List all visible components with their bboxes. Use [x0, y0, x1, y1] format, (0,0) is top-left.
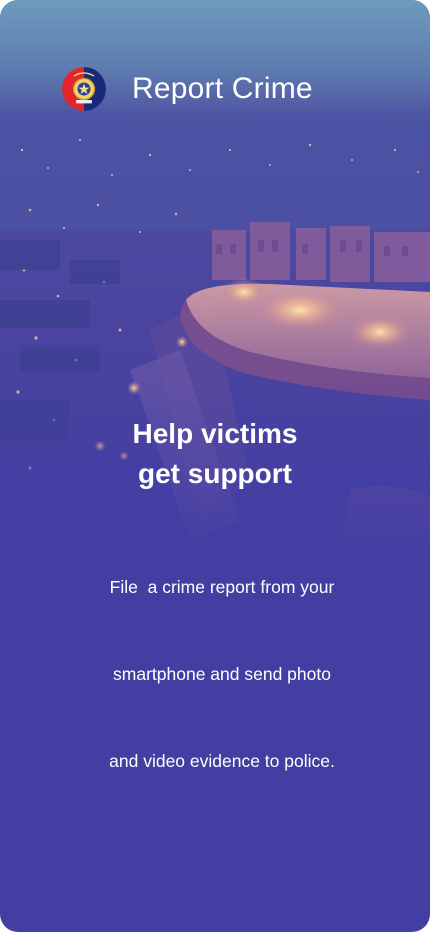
app-title: Report Crime	[132, 72, 313, 105]
headline-line: get support	[138, 458, 292, 489]
description-line: File a crime report from your	[109, 577, 335, 597]
description-line: and video evidence to police.	[109, 751, 335, 771]
headline-line: Help victims	[132, 418, 298, 449]
onboarding-screen: Report Crime Help victims get support Fi…	[0, 0, 430, 932]
onboarding-description: File a crime report from your smartphone…	[0, 515, 430, 834]
description-line: smartphone and send photo	[113, 664, 331, 684]
onboarding-headline: Help victims get support	[0, 414, 430, 494]
app-header: Report Crime	[62, 67, 313, 111]
police-emblem-icon	[62, 67, 106, 111]
